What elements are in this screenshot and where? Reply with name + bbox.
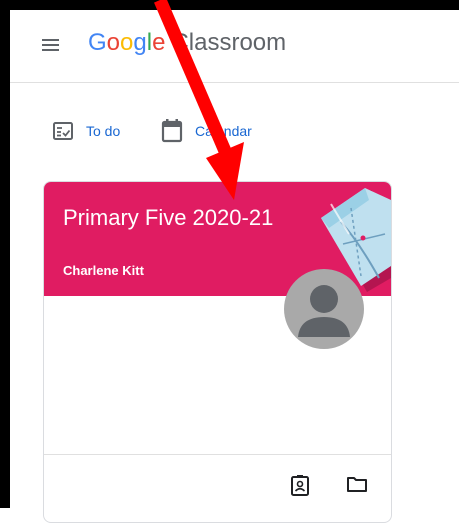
assignments-portrait-icon[interactable] (290, 474, 310, 496)
hamburger-menu-icon (42, 39, 59, 41)
google-classroom-logo[interactable]: Google Classroom (88, 27, 286, 59)
teacher-name: Charlene Kitt (63, 263, 144, 278)
app-header: Google Classroom (10, 10, 459, 83)
main-menu-button[interactable] (40, 34, 62, 56)
default-avatar-icon (298, 285, 350, 337)
calendar-link[interactable]: Calendar (161, 118, 252, 144)
class-card[interactable]: Primary Five 2020-21 Charlene Kitt (43, 181, 392, 523)
todo-link[interactable]: To do (52, 118, 120, 144)
logo-letter: G (88, 29, 107, 56)
calendar-icon (161, 119, 183, 143)
class-card-footer (44, 454, 391, 522)
hamburger-line (42, 49, 59, 51)
calendar-label: Calendar (195, 123, 252, 139)
logo-letter: e (152, 29, 166, 56)
logo-letter: o (106, 29, 121, 56)
assignment-checklist-icon (53, 122, 73, 140)
todo-label: To do (86, 123, 121, 139)
class-title-link[interactable]: Primary Five 2020-21 (63, 203, 273, 233)
logo-letter: o (120, 29, 134, 56)
teacher-avatar (284, 269, 364, 349)
product-name: Classroom (171, 29, 287, 56)
hamburger-line (42, 44, 59, 46)
folder-icon[interactable] (346, 474, 368, 494)
logo-letter: g (133, 29, 147, 56)
